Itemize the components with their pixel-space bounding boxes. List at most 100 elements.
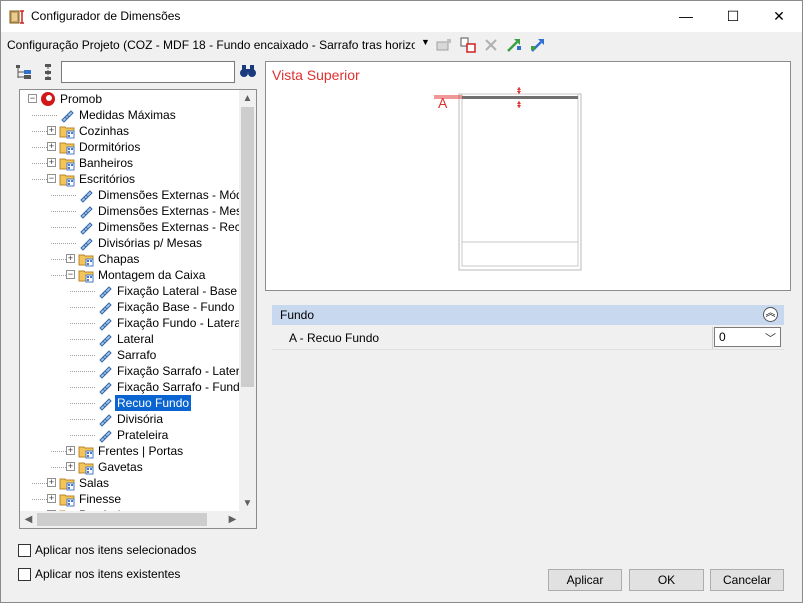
expand-node-icon[interactable]: + [47,142,56,151]
tree-view[interactable]: − Promob Medidas Máximas + Cozinhas + Dormitór… [19,89,257,529]
copy-icon[interactable] [435,36,453,54]
dimension-icon [80,238,93,251]
tree-item-label: Montagem da Caixa [98,268,206,282]
tree-connector [51,211,76,212]
expand-node-icon[interactable]: + [66,462,75,471]
paste-icon[interactable] [459,36,477,54]
tree-item[interactable]: Divisórias p/ Mesas [20,235,241,251]
tree-item[interactable]: + Chapas [20,251,241,267]
tree-connector [70,323,95,324]
tree-item[interactable]: Fixação Sarrafo - Fundo [20,379,246,395]
apply-existing-checkbox[interactable] [18,568,31,581]
tree-item-label: Escritórios [79,172,136,186]
collapse-tree-icon[interactable] [39,63,57,81]
tree-horizontal-scrollbar[interactable]: ◀ ▶ [20,511,241,528]
tree-connector [51,275,66,276]
tree-connector [51,259,66,260]
scroll-left-icon[interactable]: ◀ [20,511,37,528]
collapse-node-icon[interactable]: − [28,94,37,103]
tree-item-label: Fixação Fundo - Lateral [117,316,244,330]
scroll-down-icon[interactable]: ▼ [239,495,256,512]
expand-node-icon[interactable]: + [47,478,56,487]
tree-item[interactable]: − Promob [20,91,241,107]
tree-item[interactable]: Dimensões Externas - Recepção [20,219,256,235]
tree-item[interactable]: Dimensões Externas - Módulos [20,187,256,203]
tree-item[interactable]: + Cozinhas [20,123,241,139]
scroll-thumb[interactable] [241,107,254,387]
tree-item[interactable]: Recuo Fundo [20,395,241,411]
tree-item-label: Medidas Máximas [79,108,176,122]
tree-connector [70,403,95,404]
apply-selected-checkbox[interactable] [18,544,31,557]
tree-item-label: Prateleira [117,428,169,442]
tree-item[interactable]: Fixação Fundo - Lateral [20,315,244,331]
tree-connector [70,371,95,372]
dimension-icon [99,398,112,411]
collapse-node-icon[interactable]: − [47,174,56,183]
title-bar: Configurador de Dimensões — ☐ ✕ [1,1,802,32]
folder-icon [78,446,94,459]
chevron-down-icon[interactable]: ﹀ [765,330,776,346]
folder-icon [59,158,75,171]
tree-item[interactable]: + Frentes | Portas [20,443,241,459]
expand-node-icon[interactable]: + [66,446,75,455]
tree-item-label: Gavetas [98,460,143,474]
cabinet-top-view-drawing [434,87,582,271]
ok-button[interactable]: OK [629,569,704,591]
tree-item[interactable]: Sarrafo [20,347,241,363]
promob-logo-icon [41,92,55,106]
tree-item[interactable]: Lateral [20,331,241,347]
collapse-node-icon[interactable]: − [66,270,75,279]
tree-search-input[interactable] [61,61,235,83]
tree-item[interactable]: + Dormitórios [20,139,241,155]
tree-connector [70,355,95,356]
close-button[interactable]: ✕ [756,1,802,32]
tree-item-label: Chapas [98,252,140,266]
tree-item[interactable]: + Gavetas [20,459,241,475]
expand-node-icon[interactable]: + [47,494,56,503]
export-icon[interactable] [529,36,547,54]
tree-item-label: Promob [60,92,103,106]
tree-connector [32,179,47,180]
scroll-corner [239,511,256,528]
tree-item[interactable]: − Montagem da Caixa [20,267,241,283]
expand-node-icon[interactable]: + [47,158,56,167]
tree-connector [32,499,47,500]
cancel-button[interactable]: Cancelar [710,569,784,591]
toolbar: Configuração Projeto (COZ - MDF 18 - Fun… [1,33,802,57]
tree-item[interactable]: Dimensões Externas - Mesas [20,203,255,219]
dropdown-arrow-icon[interactable]: ▼ [421,37,430,47]
tree-item-label: Divisórias p/ Mesas [98,236,203,250]
folder-icon [59,142,75,155]
tree-vertical-scrollbar[interactable]: ▲ ▼ [239,90,256,512]
apply-button[interactable]: Aplicar [548,569,622,591]
hscroll-thumb[interactable] [37,513,207,526]
tree-item[interactable]: + Banheiros [20,155,241,171]
tree-item[interactable]: − Escritórios [20,171,241,187]
scroll-up-icon[interactable]: ▲ [239,90,256,107]
folder-icon [59,174,75,187]
collapse-chevrons-icon[interactable]: ︽ [763,307,778,322]
dimension-marker-label: A [438,95,448,111]
import-icon[interactable] [505,36,523,54]
tree-item[interactable]: + Finesse [20,491,241,507]
tree-item-label: Dimensões Externas - Mesas [98,204,255,218]
tree-item[interactable]: Divisória [20,411,241,427]
expand-node-icon[interactable]: + [47,126,56,135]
expand-node-icon[interactable]: + [66,254,75,263]
property-group-header[interactable]: Fundo ︽ [272,305,784,325]
tree-item[interactable]: Fixação Lateral - Base [20,283,241,299]
maximize-button[interactable]: ☐ [710,1,756,32]
delete-icon[interactable] [482,36,500,54]
tree-item[interactable]: Prateleira [20,427,241,443]
tree-item[interactable]: Fixação Sarrafo - Lateral [20,363,249,379]
minimize-button[interactable]: — [663,1,709,32]
tree-connector [32,483,47,484]
tree-item[interactable]: + Salas [20,475,241,491]
expand-tree-icon[interactable] [15,63,33,81]
binoculars-search-icon[interactable] [239,63,257,79]
tree-item[interactable]: Fixação Base - Fundo [20,299,241,315]
configuration-selector[interactable]: Configuração Projeto (COZ - MDF 18 - Fun… [7,38,415,52]
tree-item[interactable]: Medidas Máximas [20,107,241,123]
recuo-fundo-select[interactable]: 0 ﹀ [714,327,781,347]
